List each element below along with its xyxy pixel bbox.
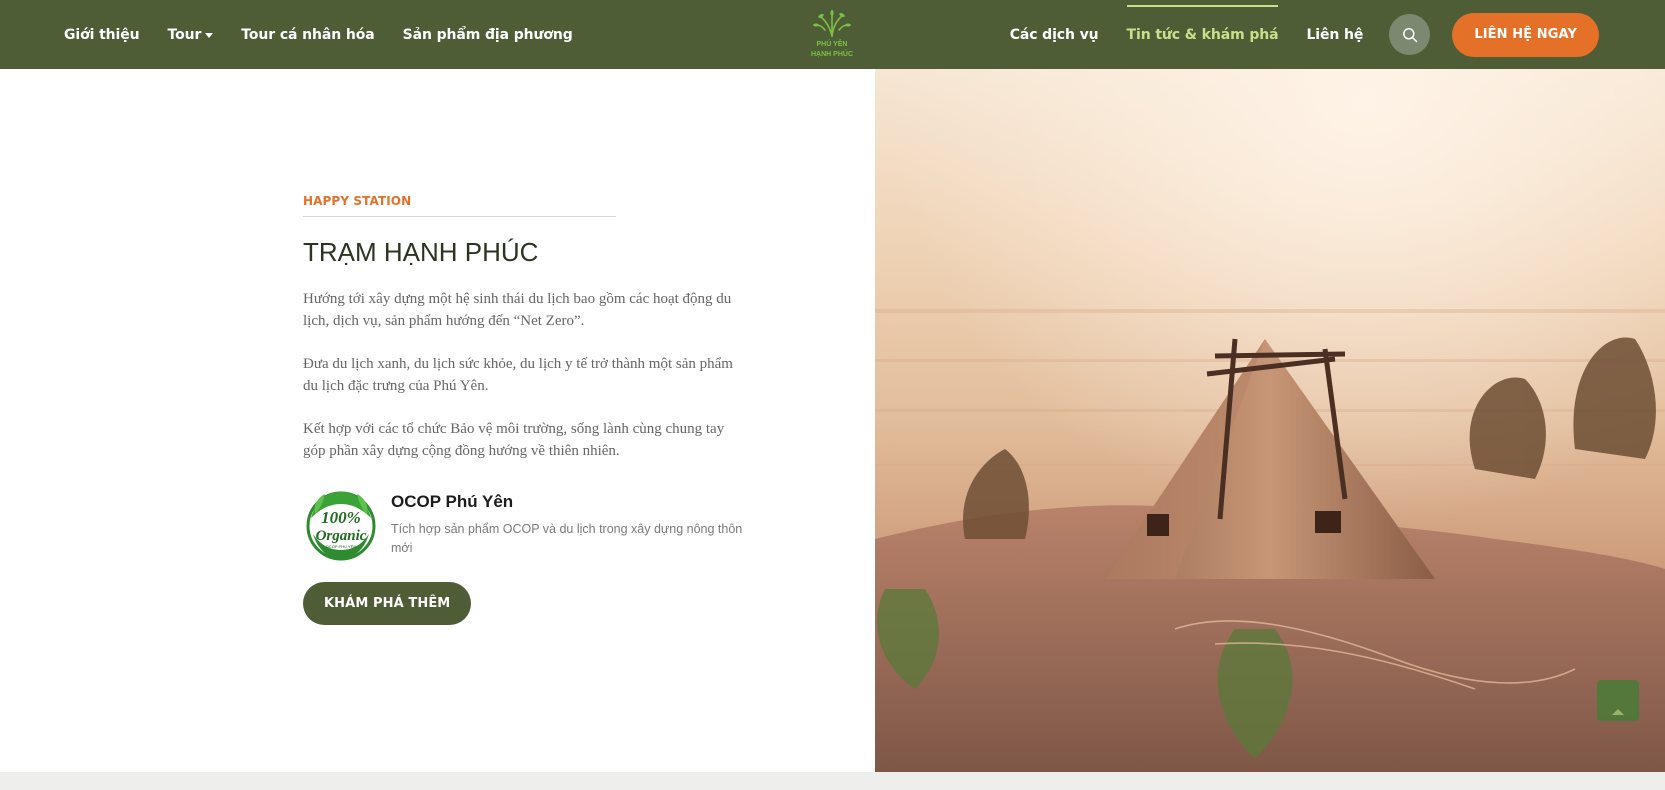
- nav-item-label: Tour: [167, 26, 202, 43]
- ocop-description: Tích hợp sản phẩm OCOP và du lịch trong …: [391, 522, 743, 555]
- nav-item-tour[interactable]: Tour: [168, 27, 214, 43]
- section-paragraph: Hướng tới xây dựng một hệ sinh thái du l…: [303, 291, 732, 329]
- section-title: TRẠM HẠNH PHÚC: [303, 237, 539, 267]
- nav-item-label: Liên hệ: [1306, 26, 1364, 43]
- nav-item-label: Các dịch vụ: [1009, 26, 1099, 43]
- section-eyebrow: HAPPY STATION: [303, 194, 616, 217]
- nav-item-san-pham-dia-phuong[interactable]: Sản phẩm địa phương: [403, 27, 573, 43]
- back-to-top-button[interactable]: [1597, 680, 1639, 721]
- nav-item-cac-dich-vu[interactable]: Các dịch vụ: [1010, 27, 1099, 43]
- contact-now-button[interactable]: LIÊN HỆ NGAY: [1452, 12, 1599, 57]
- badge-text: 100%: [321, 508, 361, 527]
- nav-item-lien-he[interactable]: Liên hệ: [1306, 27, 1363, 43]
- nav-item-label: Sản phẩm địa phương: [402, 26, 573, 43]
- arrow-up-icon: [1612, 709, 1624, 715]
- section-paragraph: Kết hợp với các tổ chức Bảo vệ môi trườn…: [303, 421, 725, 459]
- explore-more-button[interactable]: KHÁM PHÁ THÊM: [303, 582, 472, 625]
- ocop-feature: 100% Organic OCOP PHÚ YÊN OCOP Phú Yên T…: [303, 491, 753, 562]
- site-logo[interactable]: PHÚ YÊN HẠNH PHÚC: [803, 6, 861, 62]
- nav-item-label: Giới thiệu: [64, 26, 140, 43]
- hero-photo-hut-at-sunset: [875, 69, 1665, 772]
- nav-item-tour-ca-nhan-hoa[interactable]: Tour cá nhân hóa: [241, 27, 374, 43]
- search-button[interactable]: [1389, 14, 1431, 55]
- badge-text: OCOP PHÚ YÊN: [326, 544, 357, 549]
- caret-down-icon: [205, 33, 214, 38]
- ocop-title: OCOP Phú Yên: [391, 492, 514, 511]
- nav-item-gioi-thieu[interactable]: Giới thiệu: [64, 27, 140, 43]
- nav-item-label: Tin tức & khám phá: [1126, 26, 1279, 43]
- organic-badge-icon: 100% Organic OCOP PHÚ YÊN: [303, 488, 379, 562]
- badge-text: Organic: [316, 528, 367, 544]
- nav-item-tin-tuc-kham-pha[interactable]: Tin tức & khám phá: [1126, 4, 1279, 43]
- logo-text-top: PHÚ YÊN: [817, 39, 848, 48]
- section-paragraph: Đưa du lịch xanh, du lịch sức khỏe, du l…: [303, 356, 733, 394]
- next-section-edge: [0, 772, 1665, 790]
- ocop-text: OCOP Phú Yên Tích hợp sản phẩm OCOP và d…: [391, 492, 751, 558]
- logo-icon: PHÚ YÊN HẠNH PHÚC: [811, 10, 853, 58]
- search-icon: [1402, 27, 1418, 42]
- nav-item-label: Tour cá nhân hóa: [241, 26, 375, 43]
- primary-nav-left: Giới thiệu Tour Tour cá nhân hóa Sản phẩ…: [64, 0, 573, 69]
- primary-nav-right: Các dịch vụ Tin tức & khám phá Liên hệ L…: [1010, 0, 1599, 69]
- happy-station-section: HAPPY STATION TRẠM HẠNH PHÚC Hướng tới x…: [303, 194, 753, 625]
- logo-text-bottom: HẠNH PHÚC: [811, 49, 853, 58]
- site-header: Giới thiệu Tour Tour cá nhân hóa Sản phẩ…: [0, 0, 1665, 69]
